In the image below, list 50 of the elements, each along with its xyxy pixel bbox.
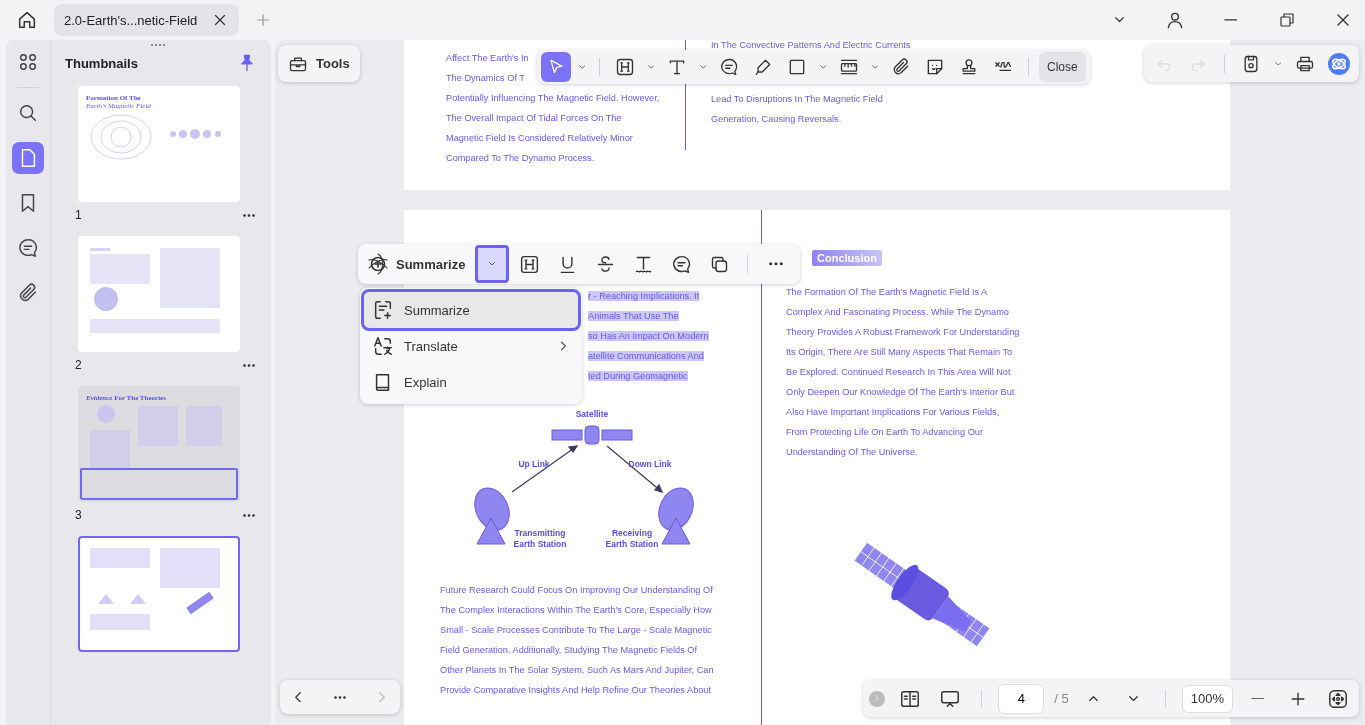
body-text: Lead To Disruptions In The Magnetic Field bbox=[711, 93, 883, 106]
page-number: 1 bbox=[75, 208, 82, 222]
body-text: Only Deepen Our Knowledge Of The Earth's Interior But bbox=[786, 386, 1015, 399]
close-button[interactable]: Close bbox=[1039, 52, 1086, 82]
body-text: Understanding Of The Universe. bbox=[786, 446, 918, 459]
body-text: Potentially Influencing The Magnetic Field. However, bbox=[446, 92, 660, 105]
zoom-level-button[interactable]: 100% bbox=[1181, 684, 1233, 713]
body-text: Provide Comparative Insights And Help Refine Our Theories About bbox=[440, 684, 711, 697]
body-text: The Formation Of The Earth's Magnetic Field Is A bbox=[786, 286, 988, 299]
body-text: Its Origin, There Are Still Many Aspects That Remain To bbox=[786, 346, 1013, 359]
body-text: Other Planets In The Solar System, Such As Mars And Jupiter, Can bbox=[440, 664, 714, 677]
selected-text: atellite Communications And bbox=[588, 351, 704, 361]
selected-text: ted During Geomagnetic bbox=[588, 371, 688, 381]
diagram-label: Down Link bbox=[628, 459, 672, 469]
body-text: Small - Scale Processes Contribute To The Large - Scale Magnetic bbox=[440, 624, 712, 637]
body-text: Affect The Earth's In bbox=[446, 52, 529, 65]
body-text: Be Explored. Continued Research In This Area Will Not bbox=[786, 366, 1011, 379]
tab-title: 2.0-Earth's...netic-Field bbox=[64, 12, 198, 28]
section-heading: Conclusion bbox=[812, 250, 882, 266]
selected-text: Animals That Use The bbox=[588, 311, 679, 321]
panel-title: Thumbnails bbox=[65, 55, 138, 71]
body-text: Field Generation. Additionally, Studying The Magnetic Fields Of bbox=[440, 644, 698, 657]
document-tab[interactable]: 2.0-Earth's...netic-Field bbox=[54, 4, 240, 36]
diagram-label: Satellite bbox=[575, 409, 609, 419]
page-number-field[interactable]: 4 bbox=[998, 683, 1045, 714]
diagram-label: Receiving Earth Station bbox=[605, 528, 659, 549]
selected-text: r - Reaching Implications. It bbox=[588, 291, 700, 301]
body-text: Complex And Fascinating Process. While The Dynamo bbox=[786, 306, 1009, 319]
body-text: Generation, Causing Reversals. bbox=[711, 113, 842, 126]
body-text: The Complex Interactions Within The Earth's Core, Especially How bbox=[440, 604, 712, 617]
menu-item[interactable]: Explain bbox=[364, 364, 578, 400]
tools-button[interactable]: Tools bbox=[278, 45, 360, 82]
body-text: Magnetic Field Is Considered Relatively Minor bbox=[446, 132, 633, 145]
selected-text: so Has An Impact On Modern bbox=[588, 331, 709, 341]
page-number: 2 bbox=[75, 358, 82, 372]
body-text: Theory Provides A Robust Framework For Understanding bbox=[786, 326, 1020, 339]
diagram-label: Up Link bbox=[518, 459, 550, 469]
page-number: 3 bbox=[75, 508, 82, 522]
body-text: Future Research Could Focus On Improving Our Understanding Of bbox=[440, 584, 713, 597]
page-count: / 5 bbox=[1054, 691, 1069, 706]
body-text: The Overall Impact Of Tidal Forces On The bbox=[446, 112, 622, 125]
menu-item[interactable]: Summarize bbox=[364, 292, 578, 328]
body-text: In The Convective Patterns And Electric Currents bbox=[711, 40, 911, 51]
body-text: Also Have Important Implications For Various Fields, bbox=[786, 406, 1000, 419]
summarize-button[interactable]: Summarize bbox=[366, 252, 466, 276]
menu-item[interactable]: Translate bbox=[364, 328, 578, 364]
body-text: The Dynamics Of T bbox=[446, 72, 525, 85]
diagram-label: Transmitting Earth Station bbox=[513, 528, 567, 549]
body-text: Compared To The Dynamo Process. bbox=[446, 152, 595, 165]
body-text: From Protecting Life On Earth To Advancing Our bbox=[786, 426, 983, 439]
